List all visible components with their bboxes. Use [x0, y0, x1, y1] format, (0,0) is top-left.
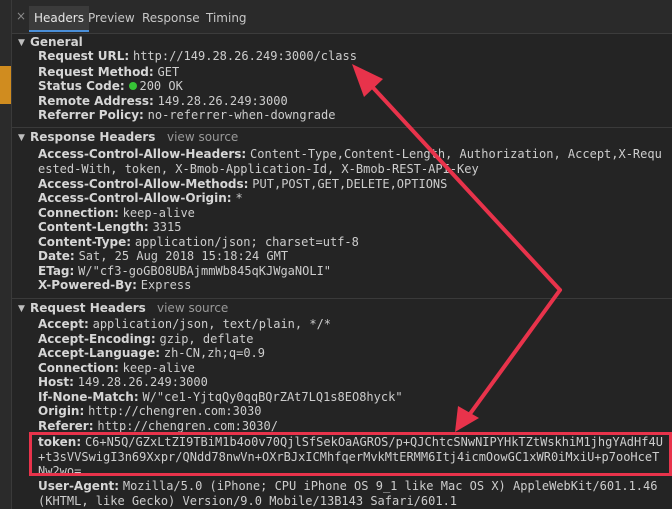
header-key: Date:	[38, 249, 75, 263]
detail-tab-bar: × Headers Preview Response Timing	[12, 0, 672, 34]
header-value: keep-alive	[122, 360, 195, 375]
header-value: Express	[140, 278, 192, 292]
header-key: Access-Control-Allow-Methods:	[38, 176, 249, 191]
general-row-request-method: Request Method: GET	[38, 65, 668, 80]
header-key: If-None-Match:	[38, 389, 139, 404]
response-row-content-type: Content-Type: application/json; charset=…	[38, 235, 668, 250]
header-key: Accept-Encoding:	[38, 331, 156, 346]
header-value: *	[235, 191, 243, 205]
header-value: zh-CN,zh;q=0.9	[163, 346, 265, 360]
header-value: Mozilla/5.0 (iPhone; CPU iPhone OS 9_1 l…	[38, 479, 658, 508]
request-list-sidebar[interactable]	[0, 0, 12, 509]
header-value: PUT,POST,GET,DELETE,OPTIONS	[252, 176, 448, 191]
header-key: Content-Length:	[38, 220, 149, 234]
section-title: Response Headers	[30, 130, 156, 144]
header-value: Sat, 25 Aug 2018 15:18:24 GMT	[78, 249, 289, 263]
header-key: Remote Address:	[38, 93, 154, 108]
request-row-user-agent: User-Agent: Mozilla/5.0 (iPhone; CPU iPh…	[38, 479, 668, 508]
general-row-remote-address: Remote Address: 149.28.26.249:3000	[38, 94, 668, 109]
header-value: W/"ce1-YjtqQy0qqBQrZAt7LQ1s8EO8hyck"	[142, 389, 403, 404]
request-row-if-none-match: If-None-Match: W/"ce1-YjtqQy0qqBQrZAt7LQ…	[38, 390, 668, 405]
section-title: Request Headers	[30, 301, 146, 315]
request-row-referer: Referer: http://chengren.com:3030/	[38, 419, 668, 434]
headers-content: ▼ General Request URL: http://149.28.26.2…	[12, 34, 672, 509]
header-key: Access-Control-Allow-Headers:	[38, 147, 247, 161]
general-row-referrer-policy: Referrer Policy: no-referrer-when-downgr…	[38, 108, 668, 123]
response-row-connection: Connection: keep-alive	[38, 206, 668, 221]
response-row-content-length: Content-Length: 3315	[38, 220, 668, 235]
header-key: Connection:	[38, 205, 119, 220]
header-value: gzip, deflate	[159, 331, 254, 346]
caret-down-icon: ▼	[18, 38, 25, 48]
general-section-header[interactable]: ▼ General	[18, 34, 83, 50]
header-key: Accept:	[38, 317, 89, 331]
header-key: Connection:	[38, 360, 119, 375]
response-row-date: Date: Sat, 25 Aug 2018 15:18:24 GMT	[38, 249, 668, 264]
header-key: Access-Control-Allow-Origin:	[38, 191, 232, 205]
response-row-x-powered-by: X-Powered-By: Express	[38, 278, 668, 293]
header-key: Origin:	[38, 404, 85, 418]
request-view-source-link[interactable]: view source	[157, 300, 228, 316]
header-key: ETag:	[38, 263, 75, 278]
header-value: http://chengren.com:3030/	[97, 418, 278, 433]
response-row-acao-headers: Access-Control-Allow-Headers: Content-Ty…	[38, 147, 668, 176]
header-value: GET	[157, 64, 180, 79]
header-key: Accept-Language:	[38, 346, 161, 360]
header-key: Request Method:	[38, 64, 154, 79]
header-key: Referer:	[38, 418, 94, 433]
header-key: Referrer Policy:	[38, 108, 144, 122]
tab-response[interactable]: Response	[137, 6, 205, 30]
response-row-acao-origin: Access-Control-Allow-Origin: *	[38, 191, 668, 206]
header-value: no-referrer-when-downgrade	[147, 108, 336, 122]
request-row-connection: Connection: keep-alive	[38, 361, 668, 376]
response-headers-section-header[interactable]: ▼ Response Headers	[18, 129, 155, 145]
header-value: application/json, text/plain, */*	[92, 317, 332, 331]
header-key: Content-Type:	[38, 234, 132, 249]
header-value: 149.28.26.249:3000	[77, 375, 208, 389]
request-row-accept-encoding: Accept-Encoding: gzip, deflate	[38, 332, 668, 347]
general-row-status-code: Status Code: 200 OK	[38, 79, 668, 94]
request-headers-section: ▼ Request Headers view source Accept: app…	[12, 298, 672, 508]
request-headers-section-header[interactable]: ▼ Request Headers	[18, 300, 146, 316]
tab-preview[interactable]: Preview	[83, 6, 140, 30]
tab-headers[interactable]: Headers	[29, 6, 89, 32]
header-value: http://chengren.com:3030	[88, 404, 262, 418]
general-row-request-url: Request URL: http://149.28.26.249:3000/c…	[38, 49, 668, 64]
header-value: application/json; charset=utf-8	[134, 234, 359, 249]
selected-request-marker	[0, 66, 11, 104]
header-value: 3315	[152, 220, 182, 234]
request-row-accept: Accept: application/json, text/plain, */…	[38, 317, 668, 332]
header-value: 149.28.26.249:3000	[157, 93, 288, 108]
token-highlight-box	[29, 432, 672, 476]
close-icon[interactable]: ×	[15, 10, 27, 22]
header-key: Request URL:	[38, 49, 130, 63]
header-key: User-Agent:	[38, 479, 120, 493]
devtools-network-headers-panel: × Headers Preview Response Timing ▼ Gener…	[0, 0, 672, 509]
header-key: X-Powered-By:	[38, 278, 137, 292]
status-ok-icon	[129, 82, 138, 90]
caret-down-icon: ▼	[18, 133, 25, 143]
header-value: keep-alive	[122, 205, 195, 220]
header-value: W/"cf3-goGBO8UBAjmmWb845qKJWgaNOLI"	[78, 263, 332, 278]
request-row-accept-language: Accept-Language: zh-CN,zh;q=0.9	[38, 346, 668, 361]
section-title: General	[30, 35, 83, 49]
response-headers-section: ▼ Response Headers view source Access-Con…	[12, 127, 672, 292]
response-row-etag: ETag: W/"cf3-goGBO8UBAjmmWb845qKJWgaNOLI…	[38, 264, 668, 279]
response-row-acao-methods: Access-Control-Allow-Methods: PUT,POST,G…	[38, 177, 668, 192]
caret-down-icon: ▼	[18, 304, 25, 314]
header-key: Status Code:	[38, 79, 125, 93]
request-row-host: Host: 149.28.26.249:3000	[38, 375, 668, 390]
response-view-source-link[interactable]: view source	[167, 129, 238, 145]
request-row-origin: Origin: http://chengren.com:3030	[38, 404, 668, 419]
tab-timing[interactable]: Timing	[201, 6, 252, 30]
header-value: http://149.28.26.249:3000/class	[132, 49, 357, 63]
header-key: Host:	[38, 375, 74, 389]
header-value: 200 OK	[139, 79, 183, 93]
